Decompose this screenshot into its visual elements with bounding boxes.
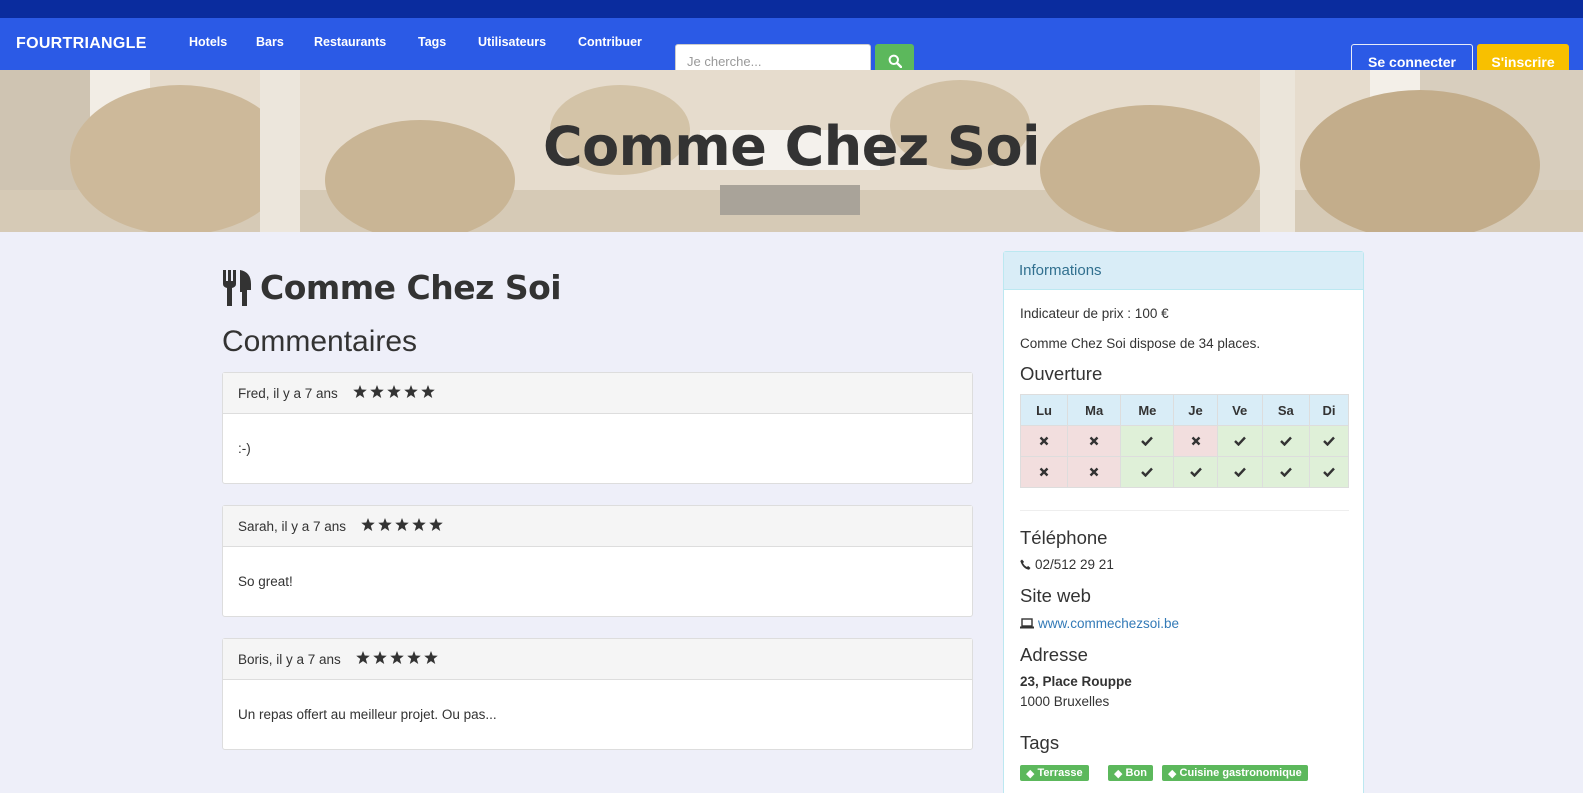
comment-card: Boris, il y a 7 ans Un repas offert au m… [222,638,973,750]
info-panel-heading: Informations [1004,252,1363,290]
tag-label: Terrasse [1037,767,1083,779]
closed-cross-icon [1019,456,1069,488]
star-icon [412,518,426,534]
website-heading: Site web [1020,585,1091,606]
open-check-icon [1120,456,1175,488]
nav-link-utilisateurs[interactable]: Utilisateurs [478,35,546,49]
comment-author: Boris, il y a 7 ans [238,651,341,667]
open-check-icon [1308,425,1350,457]
website-line: www.commechezsoi.be [1020,616,1179,631]
cutlery-icon [223,269,251,306]
search-icon [888,54,902,68]
comment-body: Un repas offert au meilleur projet. Ou p… [238,707,497,722]
tag-label: Cuisine gastronomique [1179,767,1302,779]
star-icon [370,385,384,401]
star-icon [407,651,421,667]
comment-body: So great! [238,574,293,589]
star-icon [404,385,418,401]
places-count: Comme Chez Soi dispose de 34 places. [1020,336,1261,351]
phone-number: 02/512 29 21 [1035,557,1114,572]
open-check-icon [1120,425,1175,457]
star-icon [429,518,443,534]
star-icon [378,518,392,534]
comment-body: :-) [238,441,251,456]
opening-row [1019,456,1350,488]
comment-header: Fred, il y a 7 ans [223,373,972,414]
phone-line: 02/512 29 21 [1020,557,1114,572]
phone-icon [1020,559,1031,570]
address-city: 1000 Bruxelles [1020,694,1110,709]
closed-cross-icon [1067,456,1122,488]
opening-hours-table: Lu Ma Me Je Ve Sa Di [1019,394,1350,488]
price-indicator: Indicateur de prix : 100 € [1020,306,1169,321]
website-link[interactable]: www.commechezsoi.be [1038,616,1179,631]
address-street: 23, Place Rouppe [1020,674,1132,689]
closed-cross-icon [1019,425,1069,457]
hero-banner: Comme Chez Soi [0,70,1583,232]
tag-label: Bon [1125,767,1147,779]
tag-icon: ◆ [1168,767,1177,780]
star-icon [395,518,409,534]
star-icon [361,518,375,534]
day-header: Ve [1216,394,1263,426]
tag-badge[interactable]: ◆ Terrasse [1020,765,1089,781]
comment-author: Fred, il y a 7 ans [238,385,338,401]
open-check-icon [1308,456,1350,488]
day-header: Ma [1067,394,1122,426]
star-icon [356,651,370,667]
phone-heading: Téléphone [1020,527,1108,548]
star-rating [361,518,443,534]
tag-badge[interactable]: ◆ Cuisine gastronomique [1162,765,1308,781]
brand-logo[interactable]: FOURTRIANGLE [16,35,147,53]
open-check-icon [1216,425,1263,457]
restaurant-title: Comme Chez Soi [222,268,562,307]
navbar: FOURTRIANGLE Hotels Bars Restaurants Tag… [0,18,1583,79]
open-check-icon [1261,425,1310,457]
day-header: Me [1120,394,1175,426]
nav-link-tags[interactable]: Tags [418,35,446,49]
star-icon [353,385,367,401]
star-icon [390,651,404,667]
laptop-icon [1020,618,1034,629]
day-header: Sa [1261,394,1310,426]
nav-link-contribuer[interactable]: Contribuer [578,35,642,49]
hero-title: Comme Chez Soi [542,115,1041,178]
tag-icon: ◆ [1114,767,1123,780]
tag-icon: ◆ [1026,767,1035,780]
comments-heading: Commentaires [222,325,418,358]
comment-header: Sarah, il y a 7 ans [223,506,972,547]
nav-link-restaurants[interactable]: Restaurants [314,35,386,49]
nav-link-hotels[interactable]: Hotels [189,35,227,49]
nav-link-bars[interactable]: Bars [256,35,284,49]
tag-badge[interactable]: ◆ Bon [1108,765,1153,781]
star-icon [387,385,401,401]
comment-author: Sarah, il y a 7 ans [238,518,347,534]
comment-card: Sarah, il y a 7 ans So great! [222,505,973,617]
divider [1020,510,1349,511]
opening-heading: Ouverture [1020,363,1103,384]
closed-cross-icon [1067,425,1122,457]
open-check-icon [1216,456,1263,488]
day-header: Lu [1019,394,1069,426]
star-icon [421,385,435,401]
open-check-icon [1173,456,1218,488]
star-rating [353,385,435,401]
star-icon [424,651,438,667]
address-heading: Adresse [1020,644,1088,665]
comment-card: Fred, il y a 7 ans :-) [222,372,973,484]
opening-row [1019,425,1350,457]
top-strip [0,0,1583,18]
open-check-icon [1261,456,1310,488]
closed-cross-icon [1173,425,1218,457]
day-header: Je [1173,394,1218,426]
day-header: Di [1308,394,1350,426]
comment-header: Boris, il y a 7 ans [223,639,972,680]
star-rating [356,651,438,667]
tags-heading: Tags [1020,732,1060,753]
restaurant-name: Comme Chez Soi [260,268,562,307]
info-panel: Informations Indicateur de prix : 100 € … [1003,251,1364,793]
star-icon [373,651,387,667]
